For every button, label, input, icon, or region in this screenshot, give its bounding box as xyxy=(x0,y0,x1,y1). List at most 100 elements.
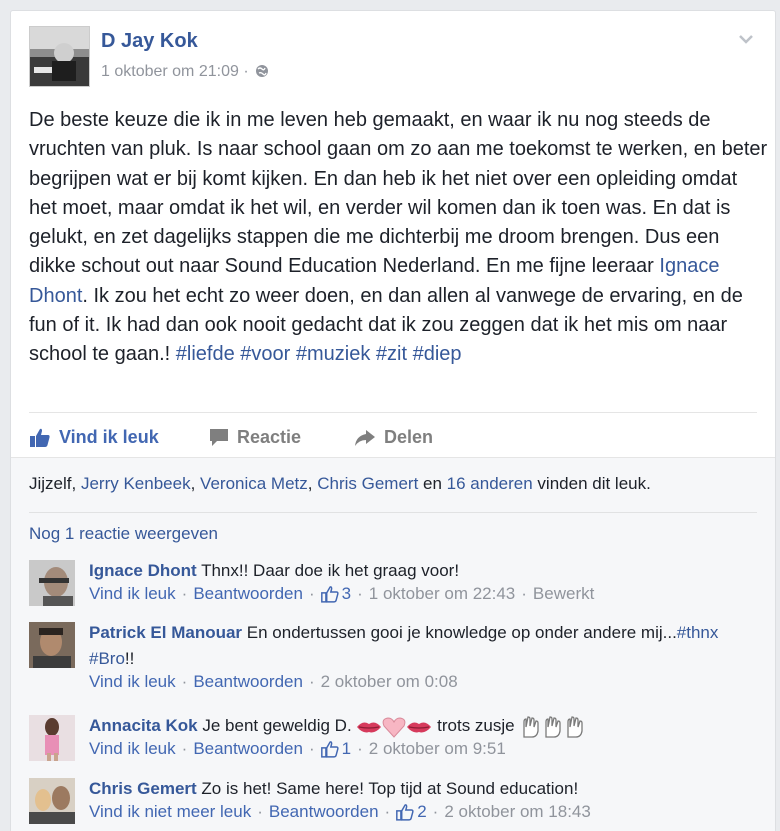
comment-timestamp[interactable]: 2 oktober om 9:51 xyxy=(369,739,506,759)
reply-link[interactable]: Beantwoorden xyxy=(193,584,303,604)
likes-separator: , xyxy=(71,474,81,493)
chevron-down-icon[interactable] xyxy=(735,28,757,50)
author-photo xyxy=(30,27,89,86)
dot-separator: · xyxy=(384,802,391,821)
commenter-name[interactable]: Ignace Dhont xyxy=(89,561,197,580)
kiss-lips-icon xyxy=(407,722,432,732)
others-link[interactable]: 16 anderen xyxy=(447,474,533,493)
comment: Annacita Kok Je bent geweldig D. trots z… xyxy=(29,713,757,769)
dot-separator: · xyxy=(308,584,315,603)
commenter-photo xyxy=(29,715,75,761)
raised-hand-icon xyxy=(567,715,583,738)
comment-like-link[interactable]: Vind ik leuk xyxy=(89,584,176,604)
comment-body: Je bent geweldig D. xyxy=(197,716,357,735)
hashtag-link[interactable]: #thnx xyxy=(677,623,719,642)
dot-separator: · xyxy=(181,672,188,691)
comment-body: En ondertussen gooi je knowledge op onde… xyxy=(242,623,677,642)
meta-separator: · xyxy=(243,63,249,80)
comment-body-end: trots zusje xyxy=(432,716,520,735)
commenter-photo xyxy=(29,560,75,606)
liker-link[interactable]: Veronica Metz xyxy=(200,474,308,493)
dot-separator: · xyxy=(357,739,363,758)
author-name[interactable]: D Jay Kok xyxy=(101,30,198,53)
like-label: Vind ik leuk xyxy=(59,427,159,447)
post-header: D Jay Kok 1 oktober om 21:09 · xyxy=(29,26,757,87)
dot-separator: · xyxy=(181,584,188,603)
comment-footer: Vind ik leuk · Beantwoorden · 3 · 1 okto… xyxy=(89,584,594,604)
comments-section: Jijzelf, Jerry Kenbeek, Veronica Metz, C… xyxy=(11,457,775,831)
hashtag-link[interactable]: #muziek xyxy=(296,343,370,365)
reply-link[interactable]: Beantwoorden xyxy=(193,739,303,759)
dot-separator: · xyxy=(308,739,315,758)
comment-timestamp[interactable]: 2 oktober om 18:43 xyxy=(444,802,590,822)
post-text: De beste keuze die ik in me leven heb ge… xyxy=(29,109,768,278)
dot-separator: · xyxy=(181,739,188,758)
dot-separator: · xyxy=(521,584,527,603)
avatar[interactable] xyxy=(29,715,75,761)
reply-link[interactable]: Beantwoorden xyxy=(193,672,303,692)
hashtag-link[interactable]: #voor xyxy=(240,343,290,365)
author-avatar[interactable] xyxy=(29,26,90,87)
raised-hand-icon xyxy=(545,715,561,738)
heart-icon xyxy=(383,717,406,738)
comment-text: Chris Gemert Zo is het! Same here! Top t… xyxy=(89,776,749,802)
like-button[interactable]: Vind ik leuk xyxy=(29,427,159,448)
comment-body: Thnx!! Daar doe ik het graag voor! xyxy=(196,561,460,580)
divider xyxy=(29,512,757,513)
avatar[interactable] xyxy=(29,560,75,606)
comment-timestamp[interactable]: 1 oktober om 22:43 xyxy=(369,584,515,604)
thumbs-up-icon xyxy=(396,803,414,821)
commenter-name[interactable]: Chris Gemert xyxy=(89,779,197,798)
comment: Chris Gemert Zo is het! Same here! Top t… xyxy=(29,776,757,831)
comment-label: Reactie xyxy=(237,427,302,447)
share-button[interactable]: Delen xyxy=(354,427,433,448)
hashtag-link[interactable]: #Bro xyxy=(89,649,125,668)
comment-button[interactable]: Reactie xyxy=(209,427,301,448)
like-count: 2 xyxy=(417,802,427,821)
commenter-name[interactable]: Patrick El Manouar xyxy=(89,623,242,642)
share-arrow-icon xyxy=(355,429,375,446)
dot-separator: · xyxy=(432,802,439,821)
post-body: De beste keuze die ik in me leven heb ge… xyxy=(29,106,769,370)
comment-body-end: !! xyxy=(124,649,135,668)
comment-like-count[interactable]: 1 xyxy=(320,739,352,759)
comment-like-link[interactable]: Vind ik leuk xyxy=(89,672,176,692)
comment-footer: Vind ik leuk · Beantwoorden · 2 oktober … xyxy=(89,672,458,692)
comment-like-count[interactable]: 2 xyxy=(396,802,427,822)
commenter-photo xyxy=(29,778,75,824)
dot-separator: · xyxy=(257,802,263,821)
hashtag-link[interactable]: #diep xyxy=(413,343,462,365)
liker-link[interactable]: Chris Gemert xyxy=(317,474,418,493)
share-label: Delen xyxy=(384,427,434,447)
comment-like-count[interactable]: 3 xyxy=(320,584,351,604)
comment-body: Zo is het! Same here! Top tijd at Sound … xyxy=(196,779,579,798)
like-count: 1 xyxy=(341,739,352,758)
hashtag-link[interactable]: #liefde xyxy=(176,343,235,365)
liker-link[interactable]: Jerry Kenbeek xyxy=(81,474,191,493)
comment-footer: Vind ik leuk · Beantwoorden · 1 · 2 okto… xyxy=(89,739,506,759)
globe-icon[interactable] xyxy=(255,64,269,78)
hashtag-link[interactable]: #zit xyxy=(376,343,407,365)
comment: Patrick El Manouar En ondertussen gooi j… xyxy=(29,620,757,700)
kiss-lips-icon xyxy=(357,722,382,732)
post-timestamp[interactable]: 1 oktober om 21:09 xyxy=(101,63,239,80)
edited-label[interactable]: Bewerkt xyxy=(533,584,594,604)
comment: Ignace Dhont Thnx!! Daar doe ik het graa… xyxy=(29,558,757,618)
thumbs-up-icon xyxy=(320,740,339,758)
dot-separator: · xyxy=(308,672,315,691)
avatar[interactable] xyxy=(29,778,75,824)
commenter-name[interactable]: Annacita Kok xyxy=(89,716,198,735)
comment-icon xyxy=(210,429,228,446)
reply-link[interactable]: Beantwoorden xyxy=(269,802,379,822)
comment-like-link[interactable]: Vind ik leuk xyxy=(89,739,176,759)
comment-text: Annacita Kok Je bent geweldig D. trots z… xyxy=(89,713,749,739)
comment-footer: Vind ik niet meer leuk · Beantwoorden · … xyxy=(89,802,591,822)
comment-unlike-link[interactable]: Vind ik niet meer leuk xyxy=(89,802,251,822)
avatar[interactable] xyxy=(29,622,75,668)
likes-separator: , xyxy=(190,474,201,493)
commenter-photo xyxy=(29,622,75,668)
divider xyxy=(29,412,757,413)
thumbs-up-icon xyxy=(30,428,50,447)
view-more-comments-link[interactable]: Nog 1 reactie weergeven xyxy=(29,524,218,544)
comment-timestamp[interactable]: 2 oktober om 0:08 xyxy=(321,672,458,692)
